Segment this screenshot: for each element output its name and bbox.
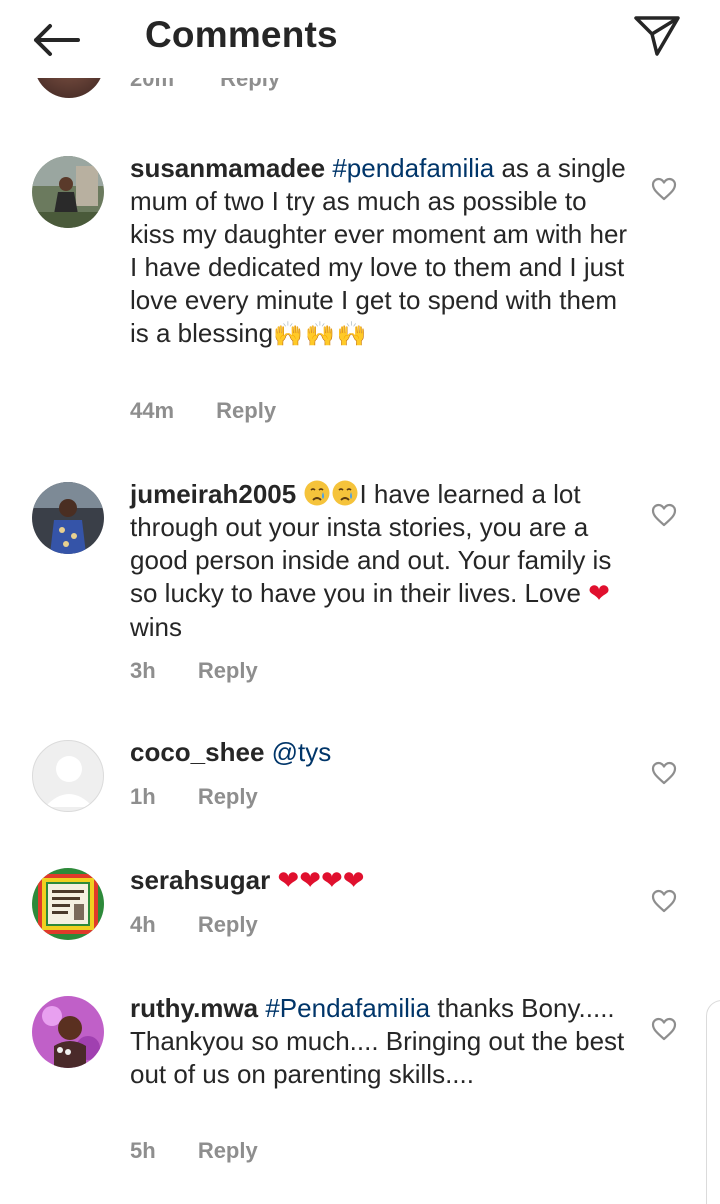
comment-username[interactable]: coco_shee	[130, 737, 264, 767]
red-heart-emoji: ❤	[588, 579, 610, 609]
comment-time: 5h	[130, 1138, 156, 1163]
comment-meta: 44m Reply	[130, 398, 276, 424]
comment-username[interactable]: jumeirah2005	[130, 479, 296, 509]
heart-outline-icon	[651, 889, 677, 913]
hashtag-link[interactable]: #pendafamilia	[332, 153, 494, 183]
comment-time: 1h	[130, 784, 156, 809]
avatar-photo	[32, 156, 104, 228]
comment-text: susanmamadee #pendafamilia as a single m…	[130, 152, 630, 351]
heart-outline-icon	[651, 761, 677, 785]
page-title: Comments	[145, 14, 338, 55]
comments-screen: Comments 20m Reply susanmamadee #pendafa…	[0, 0, 720, 1204]
avatar-photo	[32, 868, 104, 940]
reply-button[interactable]: Reply	[198, 784, 258, 809]
comment-text: coco_shee @tys	[130, 736, 630, 769]
comment-meta: 20m Reply	[130, 78, 280, 92]
comment-username[interactable]: susanmamadee	[130, 153, 325, 183]
comment-body-end: wins	[130, 612, 183, 642]
comment-time: 20m	[130, 78, 175, 91]
reply-button[interactable]: Reply	[216, 398, 276, 423]
comment-time: 4h	[130, 912, 156, 937]
heart-outline-icon	[651, 503, 677, 527]
avatar[interactable]	[34, 78, 104, 98]
comment-time: 3h	[130, 658, 156, 683]
comment-meta: 1h Reply	[130, 784, 258, 810]
reply-button[interactable]: Reply	[198, 912, 258, 937]
avatar[interactable]	[32, 868, 104, 940]
heart-outline-icon	[651, 1017, 677, 1041]
overlay-edge	[706, 1000, 720, 1204]
comment-time: 44m	[130, 398, 175, 423]
avatar-photo	[32, 482, 104, 554]
avatar-photo	[32, 996, 104, 1068]
mention-link[interactable]: @tys	[272, 737, 332, 767]
avatar[interactable]	[32, 996, 104, 1068]
paper-plane-icon	[634, 16, 680, 56]
default-avatar-icon	[45, 756, 93, 807]
crying-face-emoji	[304, 480, 330, 506]
heart-outline-icon	[651, 177, 677, 201]
comment-text: ruthy.mwa #Pendafamilia thanks Bony.....…	[130, 992, 630, 1091]
share-button[interactable]	[630, 12, 684, 58]
reply-button[interactable]: Reply	[220, 78, 280, 91]
comment-username[interactable]: serahsugar	[130, 865, 270, 895]
comment-text: serahsugar ❤❤❤❤	[130, 864, 630, 898]
comment-meta: 3h Reply	[130, 658, 258, 684]
previous-comment-peek: 20m Reply	[0, 78, 720, 104]
avatar[interactable]	[32, 482, 104, 554]
hashtag-link[interactable]: #Pendafamilia	[265, 993, 430, 1023]
like-button[interactable]	[650, 502, 678, 528]
like-button[interactable]	[650, 176, 678, 202]
back-arrow-icon	[34, 24, 80, 56]
comment-meta: 4h Reply	[130, 912, 258, 938]
avatar[interactable]	[32, 156, 104, 228]
comment-meta: 5h Reply	[130, 1138, 258, 1164]
back-button[interactable]	[28, 20, 84, 60]
raising-hands-emoji: 🙌🙌🙌	[273, 320, 369, 348]
like-button[interactable]	[650, 1016, 678, 1042]
comment-username[interactable]: ruthy.mwa	[130, 993, 258, 1023]
like-button[interactable]	[650, 760, 678, 786]
reply-button[interactable]: Reply	[198, 658, 258, 683]
reply-button[interactable]: Reply	[198, 1138, 258, 1163]
crying-face-emoji	[332, 480, 358, 506]
like-button[interactable]	[650, 888, 678, 914]
header: Comments	[0, 0, 720, 78]
comment-text: jumeirah2005 I have learned a lot throug…	[130, 478, 630, 644]
red-hearts-emoji: ❤❤❤❤	[277, 866, 365, 896]
avatar[interactable]	[32, 740, 104, 812]
